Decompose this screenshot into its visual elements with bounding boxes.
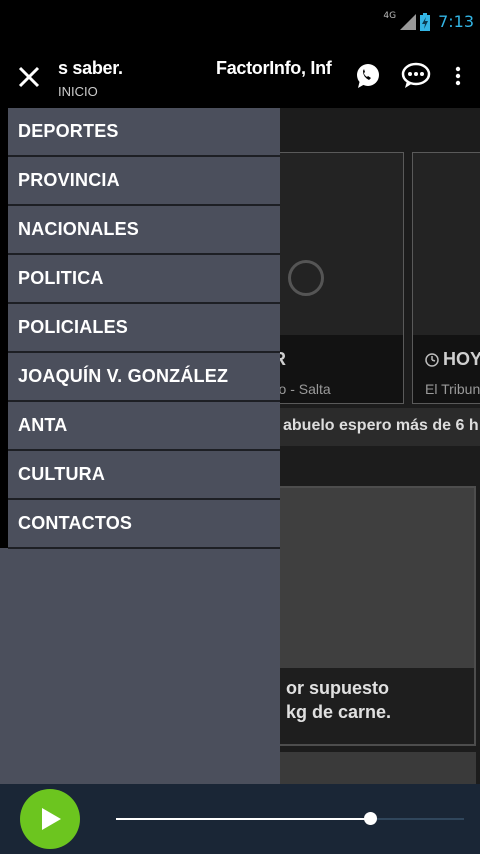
battery-charging-icon: [420, 12, 431, 31]
news-card[interactable]: HOY El Tribun: [412, 152, 480, 404]
featured-caption-line-1: or supuesto: [286, 678, 390, 698]
status-icons: 4G 7:13: [383, 10, 474, 32]
drawer-item-provincia[interactable]: PROVINCIA: [8, 157, 280, 206]
drawer-item-label: JOAQUÍN V. GONZÁLEZ: [18, 366, 229, 386]
navigation-drawer: DEPORTES PROVINCIA NACIONALES POLITICA P…: [0, 108, 280, 784]
drawer-item-label: PROVINCIA: [18, 170, 120, 190]
featured-news-card[interactable]: or supuesto kg de carne.: [250, 486, 476, 746]
status-clock: 7:13: [438, 12, 474, 31]
drawer-menu: DEPORTES PROVINCIA NACIONALES POLITICA P…: [8, 108, 280, 549]
drawer-item-anta[interactable]: ANTA: [8, 402, 280, 451]
page-subtitle: INICIO: [58, 84, 98, 99]
page-title-wrapper: s saber.: [58, 58, 126, 79]
drawer-item-label: POLICIALES: [18, 317, 129, 337]
seek-bar-thumb[interactable]: [364, 812, 378, 825]
play-button[interactable]: [20, 789, 80, 849]
news-card-footer: HOY El Tribun: [413, 335, 480, 403]
app-title: FactorInfo, Inf: [216, 58, 332, 78]
close-drawer-button[interactable]: [10, 58, 48, 96]
clock-icon: [425, 353, 439, 367]
page-title: s saber.: [58, 58, 123, 78]
news-card-source: El Tribun: [425, 381, 480, 397]
app-title-wrapper: FactorInfo, Inf: [216, 58, 344, 79]
drawer-item-deportes[interactable]: DEPORTES: [8, 108, 280, 157]
overflow-menu-icon: [455, 66, 461, 86]
featured-news-caption: or supuesto kg de carne.: [252, 668, 474, 744]
news-card[interactable]: [250, 752, 476, 784]
drawer-item-contactos[interactable]: CONTACTOS: [8, 500, 280, 549]
drawer-item-cultura[interactable]: CULTURA: [8, 451, 280, 500]
drawer-item-label: NACIONALES: [18, 219, 140, 239]
seek-bar-progress: [116, 818, 371, 820]
signal-icon: [400, 13, 417, 30]
action-bar: s saber. INICIO FactorInfo, Inf: [0, 48, 480, 108]
loading-spinner-icon: [288, 260, 324, 296]
news-card-title: HOY: [443, 349, 480, 369]
drawer-item-nacionales[interactable]: NACIONALES: [8, 206, 280, 255]
headline-text: abuelo espero más de 6 h: [283, 417, 479, 434]
seek-bar[interactable]: [116, 812, 464, 825]
network-type-label: 4G: [383, 10, 397, 21]
drawer-item-label: CONTACTOS: [18, 513, 133, 533]
drawer-item-policiales[interactable]: POLICIALES: [8, 304, 280, 353]
audio-player: [0, 784, 480, 854]
drawer-item-label: CULTURA: [18, 464, 106, 484]
whatsapp-share-button[interactable]: [348, 56, 388, 96]
drawer-edge: [0, 108, 8, 548]
chat-icon: [401, 62, 431, 88]
drawer-item-label: DEPORTES: [18, 121, 119, 141]
featured-caption-line-2: kg de carne.: [286, 702, 392, 722]
overflow-menu-button[interactable]: [438, 56, 478, 96]
close-icon: [18, 66, 40, 88]
play-icon: [42, 808, 61, 830]
drawer-item-politica[interactable]: POLITICA: [8, 255, 280, 304]
drawer-item-label: POLITICA: [18, 268, 104, 288]
comments-button[interactable]: [396, 56, 436, 96]
drawer-item-joaquin-v-gonzalez[interactable]: JOAQUÍN V. GONZÁLEZ: [8, 353, 280, 402]
whatsapp-icon: [357, 64, 379, 88]
drawer-item-label: ANTA: [18, 415, 68, 435]
status-bar: 4G 7:13: [0, 0, 480, 48]
